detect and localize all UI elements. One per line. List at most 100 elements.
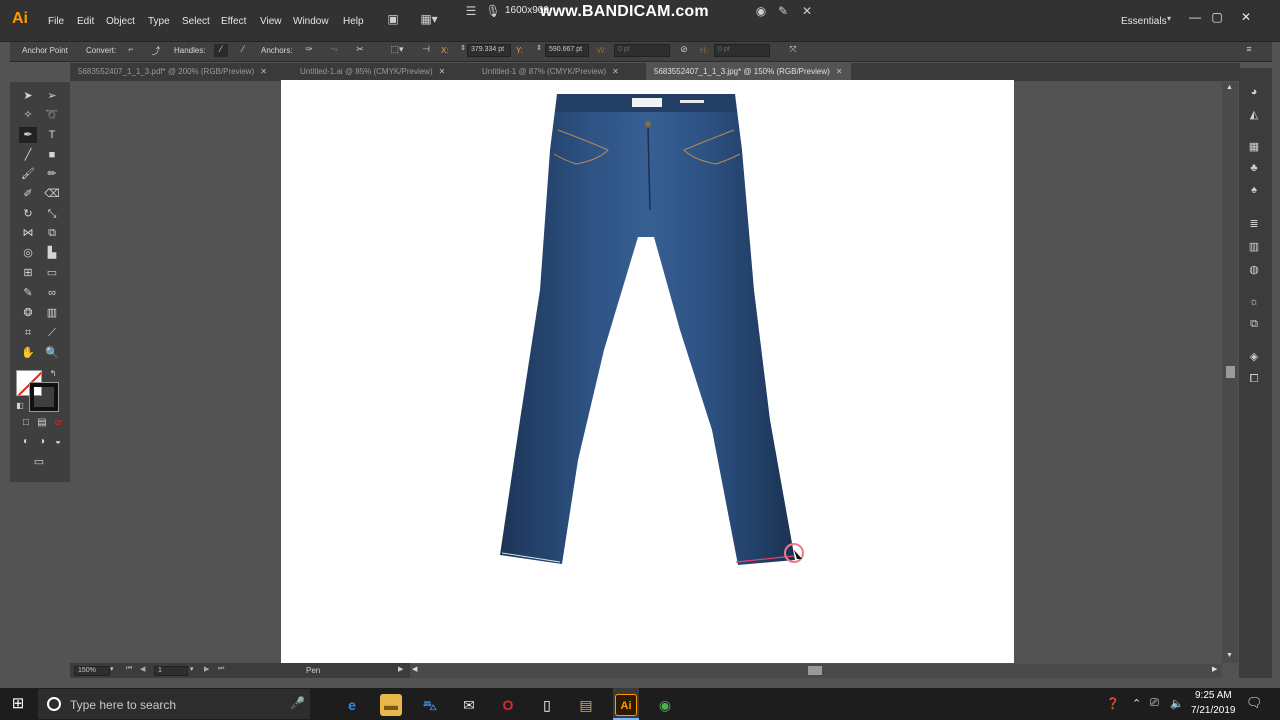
gradient-tool-icon[interactable]: ▭ (43, 265, 61, 281)
artboard-dropdown-icon[interactable]: ▾ (190, 665, 194, 673)
pencil-tool-icon[interactable]: ✏ (43, 166, 61, 182)
appearance-panel-icon[interactable]: ☼ (1245, 296, 1263, 310)
align-icon[interactable]: ⊣ (419, 44, 433, 57)
paintbrush-tool-icon[interactable]: 🖌 (19, 166, 37, 182)
constrain-proportions-icon[interactable]: ⊘ (677, 44, 691, 57)
show-hidden-icons-icon[interactable]: ⌃ (1132, 697, 1141, 710)
minimize-icon[interactable]: — (1186, 10, 1204, 26)
transparency-panel-icon[interactable]: ◍ (1245, 263, 1263, 277)
artboard-number-field[interactable]: 1 (154, 666, 188, 676)
close-icon[interactable]: ✕ (612, 67, 619, 76)
color-guide-icon[interactable]: ◭ (1245, 108, 1263, 122)
cortana-icon[interactable] (47, 697, 61, 711)
symbol-sprayer-tool-icon[interactable]: ❂ (19, 305, 37, 321)
perspective-grid-tool-icon[interactable]: ▙ (43, 245, 61, 261)
close-icon[interactable]: ✕ (439, 67, 446, 76)
graphic-styles-icon[interactable]: ⧉ (1245, 318, 1263, 332)
rotate-tool-icon[interactable]: ↻ (19, 206, 37, 222)
recorder-close-icon[interactable]: ✕ (798, 4, 816, 20)
mesh-tool-icon[interactable]: ⊞ (19, 265, 37, 281)
convert-corner-icon[interactable]: ⌐ (124, 44, 138, 57)
tab-pdf-document[interactable]: 5683552407_1_1_3.pdf* @ 200% (RGB/Previe… (70, 63, 275, 81)
selection-tool-icon[interactable]: ➤ (19, 88, 37, 104)
chrome-icon[interactable]: ◉ (654, 694, 676, 716)
last-artboard-icon[interactable]: ⏭ (218, 665, 224, 673)
mail-icon[interactable]: ✉ (458, 694, 480, 716)
default-colors-icon[interactable]: ◧ (15, 398, 25, 414)
rectangle-tool-icon[interactable]: ■ (43, 147, 61, 163)
arrange-documents-icon[interactable]: ▦▾ (416, 12, 442, 28)
y-field[interactable]: 590.667 pt (545, 44, 589, 57)
tab-untitled-ai[interactable]: Untitled-1.ai @ 85% (CMYK/Preview) ✕ (292, 63, 453, 81)
swatches-panel-icon[interactable]: ▦ (1245, 140, 1263, 154)
menu-effect[interactable]: Effect (221, 16, 246, 27)
hide-handles-icon[interactable]: ⁄ (236, 44, 250, 57)
scroll-down-icon[interactable]: ▼ (1226, 652, 1233, 659)
magic-wand-tool-icon[interactable]: ✧ (19, 107, 37, 123)
recorder-camera-icon[interactable]: ◉ (752, 4, 770, 20)
scale-tool-icon[interactable]: ⤡ (43, 206, 61, 222)
recorder-menu-icon[interactable]: ☰ (462, 4, 480, 20)
file-explorer-icon[interactable]: ▬ (380, 694, 402, 716)
menu-edit[interactable]: Edit (77, 16, 94, 27)
windows-start-icon[interactable]: ⊞ (8, 694, 28, 714)
store-icon[interactable]: ⛍ (419, 694, 441, 716)
microphone-icon[interactable]: 🎤 (290, 696, 305, 712)
width-tool-icon[interactable]: ⋈ (19, 225, 37, 241)
blob-brush-tool-icon[interactable]: ✐ (19, 186, 37, 202)
artboards-panel-icon[interactable]: ⧠ (1245, 373, 1263, 387)
close-icon[interactable]: ✕ (1237, 10, 1255, 26)
draw-inside-icon[interactable]: ◒ (49, 434, 67, 450)
stroke-swatch[interactable] (29, 382, 59, 412)
maximize-icon[interactable]: ▢ (1208, 10, 1226, 26)
blend-tool-icon[interactable]: ∞ (43, 285, 61, 301)
swap-colors-icon[interactable]: ↰ (48, 366, 58, 382)
menu-file[interactable]: File (48, 16, 64, 27)
eraser-tool-icon[interactable]: ⌫ (43, 186, 61, 202)
y-stepper-icon[interactable]: ⇕ (532, 44, 546, 57)
hand-tool-icon[interactable]: ✋ (19, 345, 37, 361)
panel-menu-icon[interactable]: ≡ (1242, 44, 1256, 57)
show-handles-icon[interactable]: ⁄ (214, 44, 228, 57)
h-field[interactable]: 0 pt (714, 44, 770, 57)
pen-tool-icon[interactable]: ✒ (19, 127, 37, 143)
network-icon[interactable]: ⎚ (1150, 697, 1159, 710)
edge-icon[interactable]: e (341, 694, 363, 716)
w-field[interactable]: 0 pt (614, 44, 670, 57)
zoom-field[interactable]: 150% (74, 666, 110, 676)
winrar-icon[interactable]: ▤ (575, 694, 597, 716)
zoom-dropdown-icon[interactable]: ▾ (110, 665, 114, 673)
menu-help[interactable]: Help (343, 16, 364, 27)
cut-path-icon[interactable]: ✂ (353, 44, 367, 57)
x-field[interactable]: 379.334 pt (467, 44, 511, 57)
color-panel-icon[interactable]: ◕ (1245, 86, 1263, 100)
line-tool-icon[interactable]: ╱ (19, 147, 37, 163)
stroke-panel-icon[interactable]: ≣ (1245, 217, 1263, 231)
menu-window[interactable]: Window (293, 16, 329, 27)
illustrator-icon[interactable]: Ai (615, 694, 637, 716)
bridge-icon[interactable]: ▣ (384, 12, 402, 28)
tab-untitled[interactable]: Untitled-1 @ 87% (CMYK/Preview) ✕ (474, 63, 627, 81)
help-tray-icon[interactable]: ❓ (1106, 697, 1120, 710)
layers-panel-icon[interactable]: ◈ (1245, 350, 1263, 364)
clock-date[interactable]: 7/21/2019 (1191, 705, 1236, 716)
convert-smooth-icon[interactable]: ⤴ (149, 44, 163, 57)
volume-icon[interactable]: 🔈 (1170, 697, 1184, 710)
recorder-mic-icon[interactable]: 🎙 (484, 4, 502, 20)
artboard-tool-icon[interactable]: ⌗ (19, 325, 37, 341)
menu-type[interactable]: Type (148, 16, 170, 27)
free-transform-tool-icon[interactable]: ⧉ (43, 225, 61, 241)
clock-time[interactable]: 9:25 AM (1195, 690, 1232, 701)
scroll-left-icon[interactable]: ◀ (412, 665, 417, 673)
isolate-icon[interactable]: ⬚▾ (386, 44, 408, 57)
none-mode-icon[interactable]: ⧄ (49, 415, 67, 431)
notifications-icon[interactable]: 🗨 (1246, 695, 1263, 711)
app-logo[interactable]: Ai (12, 10, 28, 28)
menu-object[interactable]: Object (106, 16, 135, 27)
close-icon[interactable]: ✕ (836, 67, 843, 76)
scroll-right-icon[interactable]: ▶ (1212, 665, 1217, 673)
chevron-down-icon[interactable]: ▾ (1164, 14, 1174, 30)
jeans-image[interactable] (480, 90, 820, 580)
opera-icon[interactable]: O (497, 694, 519, 716)
next-artboard-icon[interactable]: ▶ (204, 665, 209, 673)
